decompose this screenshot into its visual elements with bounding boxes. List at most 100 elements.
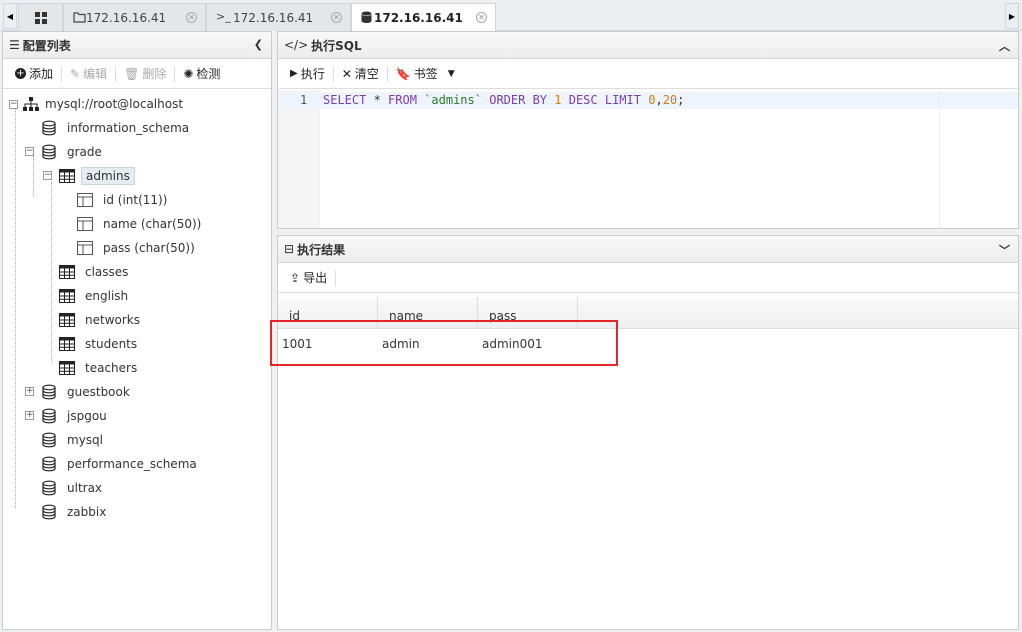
- database-icon: [41, 144, 57, 160]
- tree-node-label: networks: [85, 313, 140, 327]
- expand-toggle-icon[interactable]: +: [25, 411, 34, 420]
- tree-node-db[interactable]: information_schema: [41, 117, 193, 139]
- sql-header: </> 执行SQL ︿: [278, 32, 1018, 59]
- terminal-icon: >_: [216, 10, 231, 23]
- export-button[interactable]: ⇪ 导出: [282, 267, 335, 289]
- bookmark-icon: 🔖: [395, 66, 411, 81]
- tree-node-db[interactable]: ultrax: [41, 477, 106, 499]
- grid-header: id name pass: [278, 297, 1018, 329]
- sql-keyword: LIMIT: [604, 93, 641, 107]
- expand-toggle-icon[interactable]: +: [25, 387, 34, 396]
- tree-node-db[interactable]: + guestbook: [25, 381, 134, 403]
- tab-scroll-right-icon[interactable]: ▶: [1005, 3, 1019, 29]
- clear-button[interactable]: ✕ 清空: [334, 63, 387, 85]
- sql-toolbar: ▶ 执行 ✕ 清空 🔖 书签 ▼: [278, 59, 1018, 89]
- tree-node-column[interactable]: id (int(11)): [77, 189, 171, 211]
- table-row[interactable]: 1001 admin admin001: [278, 329, 1018, 359]
- edit-label: 编辑: [83, 67, 108, 81]
- database-icon: [41, 120, 57, 136]
- delete-label: 删除: [142, 67, 167, 81]
- tree-line: [51, 182, 52, 362]
- column-icon: [77, 216, 93, 232]
- tree-node-db[interactable]: mysql: [41, 429, 107, 451]
- sql-token: ;: [677, 93, 685, 107]
- database-icon: [41, 408, 57, 424]
- run-button[interactable]: ▶ 执行: [282, 63, 333, 85]
- tab-database[interactable]: 172.16.16.41 ✕: [351, 3, 496, 32]
- tree-node-label: jspgou: [67, 409, 107, 423]
- tree-node-label: teachers: [85, 361, 138, 375]
- sql-token: ,: [655, 93, 663, 107]
- tree-node-column[interactable]: pass (char(50)): [77, 237, 199, 259]
- tree-node-table[interactable]: networks: [59, 309, 144, 331]
- x-icon: ✕: [341, 66, 352, 81]
- bookmark-button[interactable]: 🔖 书签 ▼: [388, 63, 463, 85]
- tree-node-table[interactable]: students: [59, 333, 141, 355]
- cell-id[interactable]: 1001: [278, 337, 378, 351]
- cell-pass[interactable]: admin001: [478, 337, 578, 351]
- tree-node-db[interactable]: zabbix: [41, 501, 110, 523]
- tab-home[interactable]: [18, 3, 63, 31]
- tree-node-table[interactable]: classes: [59, 261, 132, 283]
- panel-title: 执行结果: [297, 242, 346, 257]
- tree-node-label: information_schema: [67, 121, 190, 135]
- column-header-pass[interactable]: pass: [478, 297, 578, 328]
- sql-keyword: ORDER BY: [489, 93, 548, 107]
- check-button[interactable]: ✺ 检测: [175, 63, 228, 85]
- tree-node-table[interactable]: english: [59, 285, 132, 307]
- tree-node-label: classes: [85, 265, 129, 279]
- tab-scroll-left-icon[interactable]: ◀: [3, 3, 17, 29]
- add-button[interactable]: + 添加: [7, 63, 61, 85]
- header-filler: [578, 297, 1018, 328]
- grid-icon: [34, 11, 47, 24]
- panel-title: 执行SQL: [311, 38, 362, 53]
- tree-node-label: grade: [67, 145, 102, 159]
- database-icon: [41, 456, 57, 472]
- toolbar-divider: [335, 269, 337, 286]
- collapse-toggle-icon[interactable]: −: [43, 171, 52, 180]
- tree-node-db[interactable]: + jspgou: [25, 405, 111, 427]
- table-icon: [59, 264, 75, 280]
- sql-code[interactable]: SELECT * FROM `admins` ORDER BY 1 DESC L…: [323, 93, 684, 107]
- tree-node-table[interactable]: teachers: [59, 357, 141, 379]
- close-icon[interactable]: ✕: [186, 12, 197, 23]
- tree-line: [15, 108, 16, 508]
- column-header-name[interactable]: name: [378, 297, 478, 328]
- sql-token: *: [366, 93, 389, 107]
- tree-node-db[interactable]: − grade: [25, 141, 106, 163]
- edit-button[interactable]: ✎ 编辑: [62, 63, 115, 85]
- tree-node-db[interactable]: performance_schema: [41, 453, 201, 475]
- sql-keyword: SELECT: [323, 93, 367, 107]
- database-icon: [361, 11, 372, 23]
- tab-terminal[interactable]: >_ 172.16.16.41 ✕: [206, 3, 351, 31]
- bookmark-label: 书签: [413, 67, 438, 81]
- collapse-toggle-icon[interactable]: −: [9, 99, 18, 109]
- sql-editor[interactable]: 1 SELECT * FROM `admins` ORDER BY 1 DESC…: [278, 90, 1018, 228]
- tree-node-label: guestbook: [67, 385, 130, 399]
- run-label: 执行: [300, 67, 325, 81]
- collapse-down-icon[interactable]: ﹀: [999, 242, 1010, 258]
- column-header-id[interactable]: id: [278, 297, 378, 328]
- folder-icon: [73, 12, 86, 23]
- tree-node-label: name (char(50)): [103, 217, 202, 231]
- cell-name[interactable]: admin: [378, 337, 478, 351]
- collapse-up-icon[interactable]: ︿: [999, 38, 1010, 54]
- table-icon: [59, 336, 75, 352]
- edit-icon: ✎: [70, 66, 81, 81]
- collapse-toggle-icon[interactable]: −: [25, 147, 34, 156]
- tree-node-label: performance_schema: [67, 457, 197, 471]
- delete-button[interactable]: 🗑 删除: [116, 63, 174, 85]
- result-grid: id name pass 1001 admin admin001: [278, 297, 1018, 629]
- column-icon: [77, 192, 93, 208]
- tree-root[interactable]: − mysql://root@localhost: [9, 93, 187, 115]
- collapse-left-icon[interactable]: ❮: [254, 38, 263, 51]
- database-icon: [41, 504, 57, 520]
- tree-node-column[interactable]: name (char(50)): [77, 213, 205, 235]
- tab-file-manager[interactable]: 172.16.16.41 ✕: [63, 3, 206, 31]
- database-icon: [41, 384, 57, 400]
- tree-node-table[interactable]: − admins: [43, 165, 135, 187]
- close-icon[interactable]: ✕: [331, 12, 342, 23]
- close-icon[interactable]: ✕: [476, 12, 487, 23]
- config-list-header: ☰ 配置列表 ❮: [3, 32, 271, 59]
- table-icon: [59, 168, 75, 184]
